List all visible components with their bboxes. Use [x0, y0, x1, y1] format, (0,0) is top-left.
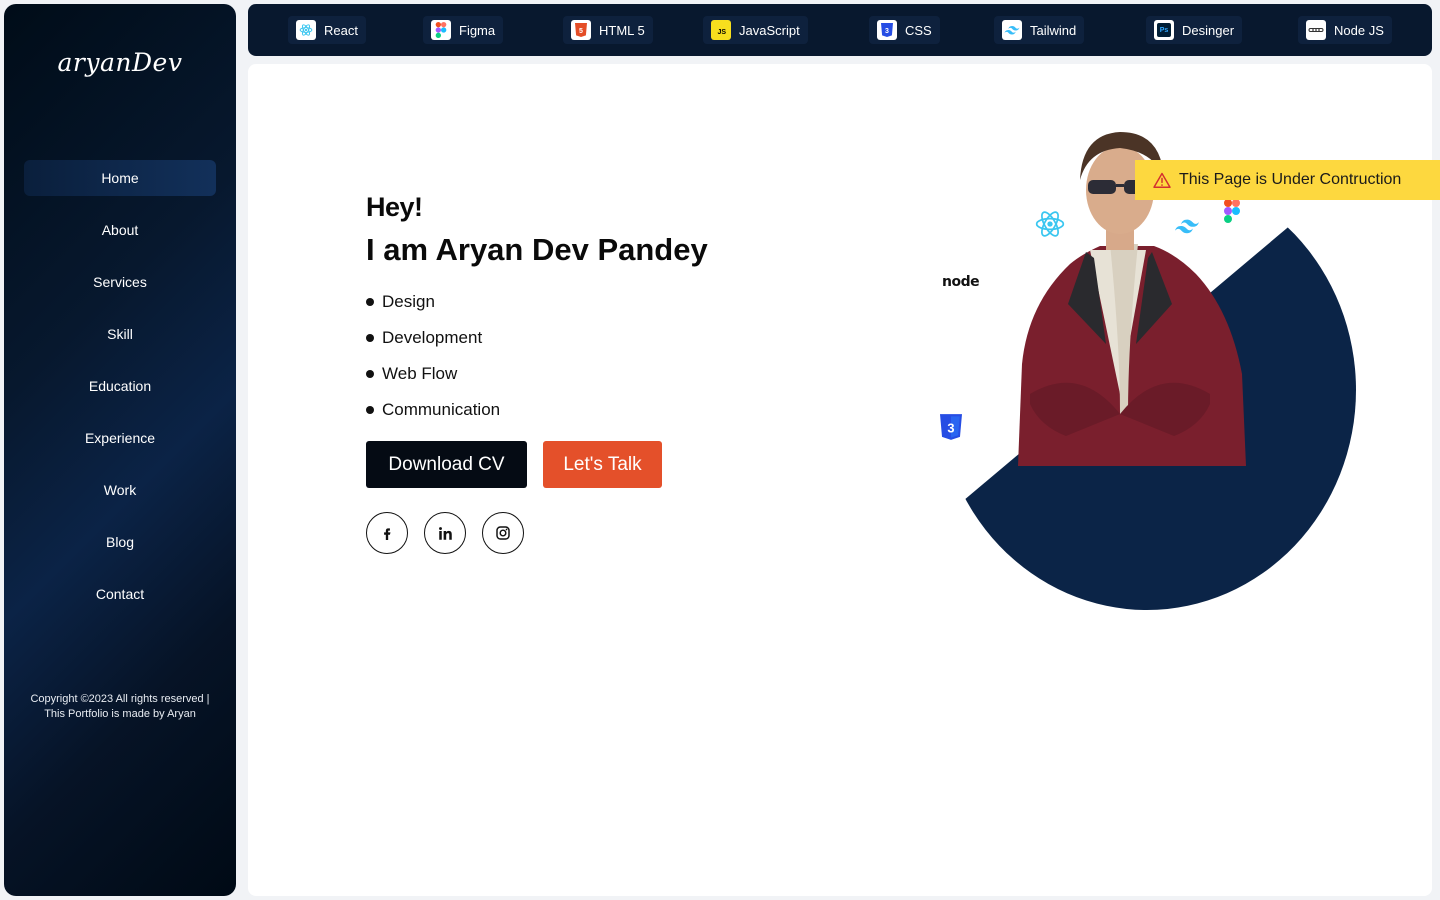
skill-chip-designer[interactable]: Ps Desinger: [1146, 16, 1243, 44]
download-cv-button[interactable]: Download CV: [366, 441, 527, 488]
banner-text: This Page is Under Contruction: [1179, 171, 1402, 188]
svg-text:5: 5: [579, 28, 583, 35]
javascript-icon: JS: [711, 20, 731, 40]
css-icon: 3: [940, 414, 962, 440]
skill-chip-tailwind[interactable]: Tailwind: [994, 16, 1085, 44]
author-line: This Portfolio is made by Aryan: [44, 708, 196, 720]
skill-chip-css[interactable]: 3 CSS: [869, 16, 940, 44]
facebook-link[interactable]: [366, 512, 408, 554]
skills-bar: React Figma 5 HTML 5 JS JavaScript 3 CSS…: [248, 4, 1432, 56]
copyright-line: Copyright ©2023 All rights reserved |: [30, 693, 210, 705]
photoshop-icon: Ps: [1154, 20, 1174, 40]
role-label: Communication: [382, 400, 501, 419]
linkedin-icon: [438, 526, 452, 540]
tailwind-icon: [1002, 20, 1022, 40]
list-item: Development: [366, 320, 500, 356]
skill-label: Tailwind: [1030, 22, 1077, 38]
role-label: Development: [382, 328, 483, 347]
bullet-icon: [366, 298, 374, 306]
skill-label: Desinger: [1182, 22, 1235, 38]
greeting-heading: Hey!: [366, 192, 423, 222]
tailwind-icon: [1175, 219, 1199, 234]
copyright-text: Copyright ©2023 All rights reserved | Th…: [4, 692, 236, 722]
linkedin-link[interactable]: [424, 512, 466, 554]
instagram-link[interactable]: [482, 512, 524, 554]
react-icon: [296, 20, 316, 40]
skill-chip-nodejs[interactable]: Node JS: [1298, 16, 1392, 44]
svg-text:3: 3: [885, 28, 889, 35]
nav-item-about[interactable]: About: [24, 212, 216, 248]
role-label: Design: [382, 292, 435, 311]
bullet-icon: [366, 334, 374, 342]
bullet-icon: [366, 406, 374, 414]
html5-icon: 5: [571, 20, 591, 40]
list-item: Design: [366, 284, 500, 320]
nav-item-blog[interactable]: Blog: [24, 524, 216, 560]
react-icon: [1035, 211, 1065, 237]
construction-banner: This Page is Under Contruction: [1135, 160, 1440, 200]
skill-chip-react[interactable]: React: [288, 16, 366, 44]
intro-name: I am Aryan Dev Pandey: [366, 232, 708, 267]
skill-label: Figma: [459, 22, 496, 38]
facebook-icon: [384, 528, 391, 540]
figma-icon: [1224, 199, 1240, 223]
site-logo[interactable]: aryanDev: [4, 48, 236, 77]
instagram-icon: [496, 526, 510, 540]
sidebar: aryanDev Home About Services Skill Educa…: [4, 4, 236, 896]
sidebar-nav: Home About Services Skill Education Expe…: [24, 160, 216, 628]
figma-icon: [431, 20, 451, 40]
nav-item-skill[interactable]: Skill: [24, 316, 216, 352]
role-label: Web Flow: [382, 364, 458, 383]
skill-label: CSS: [905, 22, 932, 38]
skill-chip-figma[interactable]: Figma: [423, 16, 504, 44]
skill-label: React: [324, 22, 358, 38]
nav-item-work[interactable]: Work: [24, 472, 216, 508]
roles-list: Design Development Web Flow Communicatio…: [366, 284, 500, 428]
nav-item-home[interactable]: Home: [24, 160, 216, 196]
nav-item-contact[interactable]: Contact: [24, 576, 216, 612]
skill-label: HTML 5: [599, 22, 645, 38]
lets-talk-button[interactable]: Let's Talk: [543, 441, 662, 488]
svg-text:JS: JS: [717, 29, 726, 35]
nodejs-icon: node: [942, 274, 980, 290]
nav-item-services[interactable]: Services: [24, 264, 216, 300]
warning-icon: [1153, 172, 1171, 188]
skill-chip-javascript[interactable]: JS JavaScript: [703, 16, 808, 44]
svg-text:3: 3: [947, 421, 954, 436]
nodejs-icon: [1306, 20, 1326, 40]
bullet-icon: [366, 370, 374, 378]
nav-item-experience[interactable]: Experience: [24, 420, 216, 456]
skill-label: Node JS: [1334, 22, 1384, 38]
list-item: Communication: [366, 392, 500, 428]
nav-item-education[interactable]: Education: [24, 368, 216, 404]
skill-chip-html5[interactable]: 5 HTML 5: [563, 16, 653, 44]
css-icon: 3: [877, 20, 897, 40]
list-item: Web Flow: [366, 356, 500, 392]
skill-label: JavaScript: [739, 22, 800, 38]
